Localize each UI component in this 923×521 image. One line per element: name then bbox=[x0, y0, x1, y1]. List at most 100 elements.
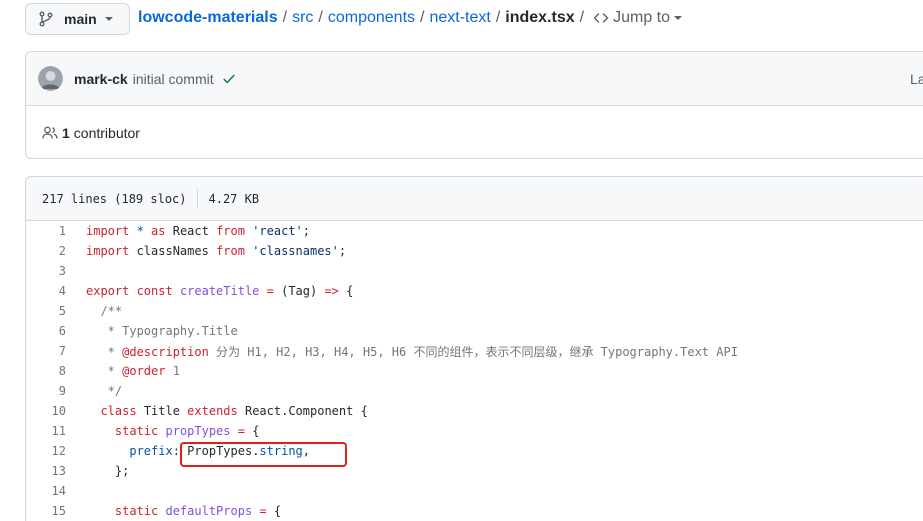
breadcrumb-separator: / bbox=[420, 9, 425, 26]
line-code: static propTypes = { bbox=[66, 424, 260, 438]
file-navigation-bar: main lowcode-materials / src / component… bbox=[0, 0, 923, 40]
code-line: 12 prefix: PropTypes.string, bbox=[26, 441, 923, 461]
divider bbox=[196, 188, 198, 209]
code-line: 9 */ bbox=[26, 381, 923, 401]
code-token: { bbox=[346, 284, 354, 298]
code-token: propTypes bbox=[165, 424, 238, 438]
code-token: classNames bbox=[136, 244, 217, 258]
line-number[interactable]: 5 bbox=[26, 304, 66, 318]
jump-to-label: Jump to bbox=[613, 9, 671, 26]
line-number[interactable]: 7 bbox=[26, 344, 66, 358]
latest-commit-box: mark-ck initial commit La 1 contributor bbox=[25, 51, 923, 159]
code-line: 8 * @order 1 bbox=[26, 361, 923, 381]
code-line: 1 import * as React from 'react'; bbox=[26, 221, 923, 241]
code-token: }; bbox=[86, 464, 130, 478]
line-code: import * as React from 'react'; bbox=[66, 224, 310, 238]
code-token: 'react' bbox=[252, 224, 303, 238]
breadcrumb-src-link[interactable]: src bbox=[292, 9, 313, 27]
code-token: * Typography.Title bbox=[86, 324, 238, 338]
code-token: ; bbox=[302, 224, 311, 238]
code-token: = bbox=[237, 424, 253, 438]
avatar[interactable] bbox=[38, 66, 63, 91]
line-code: import classNames from 'classnames'; bbox=[66, 244, 346, 258]
branch-label: main bbox=[64, 11, 97, 27]
code-token: (Tag) bbox=[281, 284, 325, 298]
git-branch-icon bbox=[39, 11, 53, 27]
breadcrumb-components-link[interactable]: components bbox=[328, 9, 415, 27]
line-code: export const createTitle = (Tag) => { bbox=[66, 284, 353, 298]
code-line: 4 export const createTitle = (Tag) => { bbox=[26, 281, 923, 301]
line-code: * Typography.Title bbox=[66, 324, 238, 338]
breadcrumb-current-file: index.tsx bbox=[505, 9, 575, 26]
line-number[interactable]: 14 bbox=[26, 484, 66, 498]
breadcrumb-separator: / bbox=[282, 9, 288, 26]
code-token: @description bbox=[122, 344, 217, 359]
code-token: export bbox=[86, 284, 137, 298]
code-token: React.Component { bbox=[244, 404, 368, 418]
line-code: static defaultProps = { bbox=[66, 504, 281, 518]
chevron-down-icon bbox=[674, 16, 683, 20]
code-token: class bbox=[100, 404, 144, 418]
code-token: prefix bbox=[129, 444, 173, 458]
line-number[interactable]: 15 bbox=[26, 504, 66, 518]
line-code: */ bbox=[66, 384, 122, 398]
code-token: * bbox=[136, 224, 152, 238]
code-token: as bbox=[151, 224, 173, 238]
code-token: { bbox=[252, 424, 260, 438]
line-number[interactable]: 10 bbox=[26, 404, 66, 418]
code-token: = bbox=[259, 504, 274, 518]
code-token: defaultProps bbox=[165, 504, 260, 518]
latest-commit-label[interactable]: La bbox=[910, 71, 923, 87]
breadcrumb-next-text-link[interactable]: next-text bbox=[429, 9, 490, 27]
line-number[interactable]: 12 bbox=[26, 444, 66, 458]
code-token: import bbox=[86, 244, 137, 258]
line-number[interactable]: 1 bbox=[26, 224, 66, 238]
line-number[interactable]: 4 bbox=[26, 284, 66, 298]
jump-to-button[interactable]: Jump to bbox=[593, 9, 683, 27]
line-code: * @description 分为 H1, H2, H3, H4, H5, H6… bbox=[66, 343, 738, 360]
code-line: 2 import classNames from 'classnames'; bbox=[26, 241, 923, 261]
code-token: React bbox=[172, 224, 217, 238]
code-line: 10 class Title extends React.Component { bbox=[26, 401, 923, 421]
code-token: */ bbox=[86, 384, 123, 398]
line-code: /** bbox=[66, 304, 122, 318]
line-number[interactable]: 2 bbox=[26, 244, 66, 258]
file-info-header: 217 lines (189 sloc) 4.27 KB bbox=[26, 177, 923, 221]
line-number[interactable]: 8 bbox=[26, 364, 66, 378]
code-line: 13 }; bbox=[26, 461, 923, 481]
code-token: 1 bbox=[172, 364, 180, 378]
branch-selector-button[interactable]: main bbox=[25, 3, 130, 35]
code-line: 3 bbox=[26, 261, 923, 281]
code-token: from bbox=[216, 244, 253, 258]
commit-author-link[interactable]: mark-ck bbox=[74, 71, 128, 87]
breadcrumb-repo-link[interactable]: lowcode-materials bbox=[138, 9, 278, 27]
line-code: * @order 1 bbox=[66, 364, 180, 378]
code-icon bbox=[593, 13, 609, 23]
code-token: * bbox=[86, 364, 123, 378]
check-icon[interactable] bbox=[222, 72, 236, 86]
line-number[interactable]: 9 bbox=[26, 384, 66, 398]
code-token: { bbox=[273, 504, 282, 518]
code-token: static bbox=[114, 424, 166, 438]
commit-message-link[interactable]: initial commit bbox=[133, 71, 214, 87]
code-token: extends bbox=[187, 404, 245, 418]
people-icon bbox=[42, 126, 58, 139]
chevron-down-icon bbox=[104, 17, 113, 21]
code-token: ; bbox=[338, 244, 347, 258]
line-code: }; bbox=[66, 464, 129, 478]
line-number[interactable]: 6 bbox=[26, 324, 66, 338]
line-number[interactable]: 11 bbox=[26, 424, 66, 438]
code-token: from bbox=[216, 224, 253, 238]
contributors-row[interactable]: 1 contributor bbox=[26, 106, 923, 158]
line-number[interactable]: 13 bbox=[26, 464, 66, 478]
file-lines-info: 217 lines (189 sloc) bbox=[42, 191, 187, 206]
code-view: 1 import * as React from 'react'; 2 import … bbox=[26, 221, 923, 521]
code-token: * bbox=[86, 344, 123, 359]
line-number[interactable]: 3 bbox=[26, 264, 66, 278]
code-token: @order bbox=[122, 364, 173, 378]
file-size-info: 4.27 KB bbox=[208, 191, 260, 206]
code-token: = bbox=[266, 284, 282, 298]
commit-row: mark-ck initial commit La bbox=[26, 52, 923, 106]
